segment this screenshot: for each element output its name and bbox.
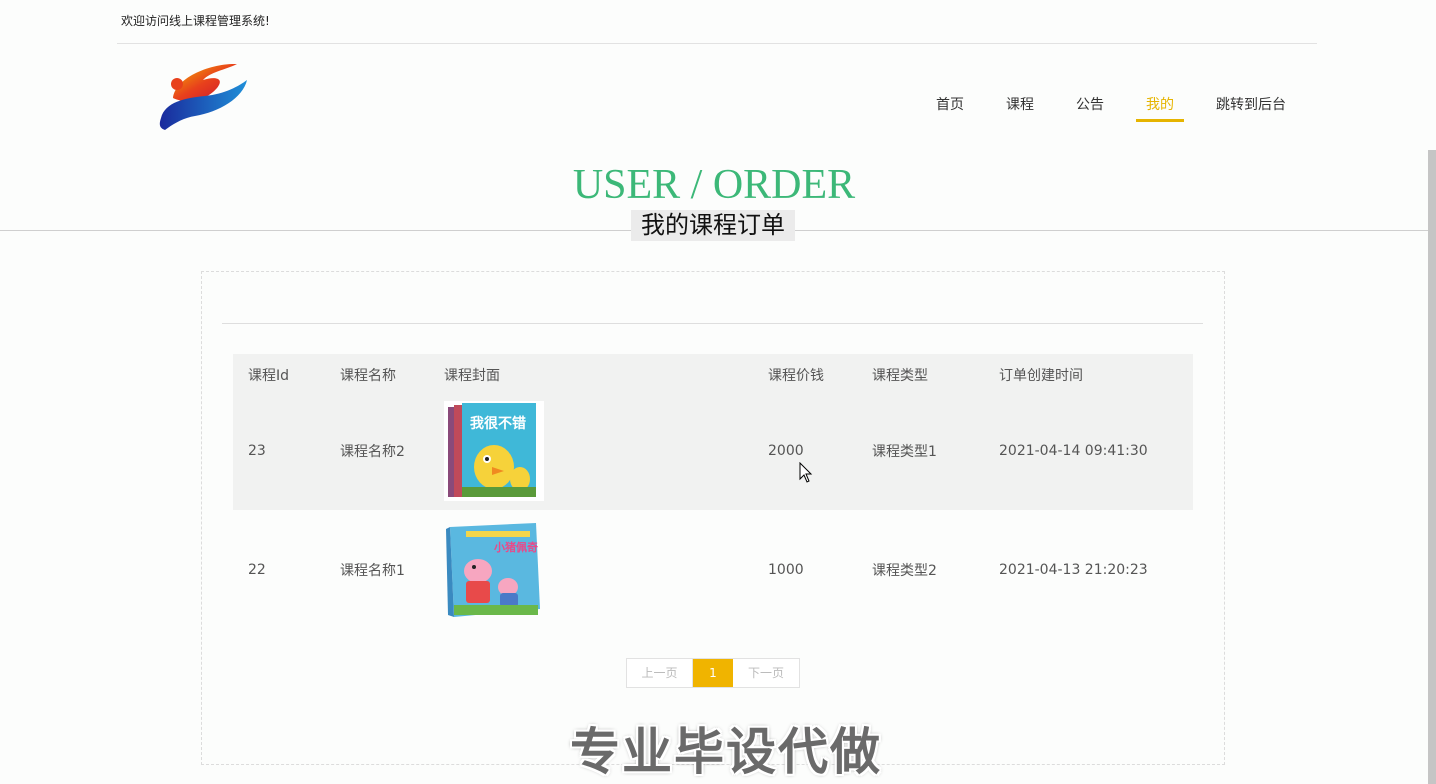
page-scrollbar[interactable] xyxy=(1428,150,1436,784)
cell-type: 课程类型2 xyxy=(872,563,937,579)
welcome-text: 欢迎访问线上课程管理系统! xyxy=(121,14,270,28)
book-cover-peppa-icon[interactable]: 小猪佩奇 xyxy=(444,519,544,619)
cell-created: 2021-04-14 09:41:30 xyxy=(999,443,1148,459)
pagination: 上一页 1 下一页 xyxy=(626,658,800,688)
current-page-button[interactable]: 1 xyxy=(693,659,733,687)
cell-created: 2021-04-13 21:20:23 xyxy=(999,562,1148,578)
cell-id: 23 xyxy=(248,443,266,459)
table-row[interactable]: 22 课程名称1 小猪佩奇 1000 课程类型2 2021-04-13 21:2… xyxy=(233,510,1193,630)
order-table: 课程Id 课程名称 课程封面 课程价钱 课程类型 订单创建时间 23 课程名称2… xyxy=(233,354,1193,630)
nav-admin[interactable]: 跳转到后台 xyxy=(1216,94,1286,114)
cell-name: 课程名称1 xyxy=(340,563,405,579)
col-header-created: 订单创建时间 xyxy=(999,368,1083,384)
col-header-price: 课程价钱 xyxy=(768,368,824,384)
cell-type: 课程类型1 xyxy=(872,444,937,460)
mouse-pointer-icon xyxy=(799,462,813,483)
section-title-cn: 我的课程订单 xyxy=(631,210,795,241)
nav-mine[interactable]: 我的 xyxy=(1136,94,1184,122)
book-cover-title: 我很不错 xyxy=(470,415,526,432)
table-header: 课程Id 课程名称 课程封面 课程价钱 课程类型 订单创建时间 xyxy=(233,354,1193,392)
col-header-cover: 课程封面 xyxy=(444,368,500,384)
main-nav: 首页 课程 公告 我的 跳转到后台 xyxy=(0,94,1436,124)
watermark-text: 专业毕设代做 xyxy=(570,723,882,781)
book-cover-duck-icon[interactable]: 我很不错 xyxy=(444,401,544,501)
col-header-type: 课程类型 xyxy=(872,368,928,384)
next-page-button[interactable]: 下一页 xyxy=(733,659,799,687)
prev-page-button[interactable]: 上一页 xyxy=(627,659,693,687)
cell-name: 课程名称2 xyxy=(340,444,405,460)
section-title-en: USER / ORDER xyxy=(572,162,856,208)
book-cover-title: 小猪佩奇 xyxy=(493,540,538,554)
cell-price: 1000 xyxy=(768,562,804,578)
nav-home[interactable]: 首页 xyxy=(936,94,964,114)
col-header-id: 课程Id xyxy=(248,368,290,384)
col-header-name: 课程名称 xyxy=(340,368,396,384)
panel-divider xyxy=(222,323,1203,324)
table-row[interactable]: 23 课程名称2 我很不错 2000 课程类型1 2021-04-14 09:4… xyxy=(233,392,1193,510)
cell-id: 22 xyxy=(248,562,266,578)
cell-price: 2000 xyxy=(768,443,804,459)
nav-courses[interactable]: 课程 xyxy=(1006,94,1034,114)
top-divider xyxy=(117,43,1317,44)
nav-notices[interactable]: 公告 xyxy=(1076,94,1104,114)
